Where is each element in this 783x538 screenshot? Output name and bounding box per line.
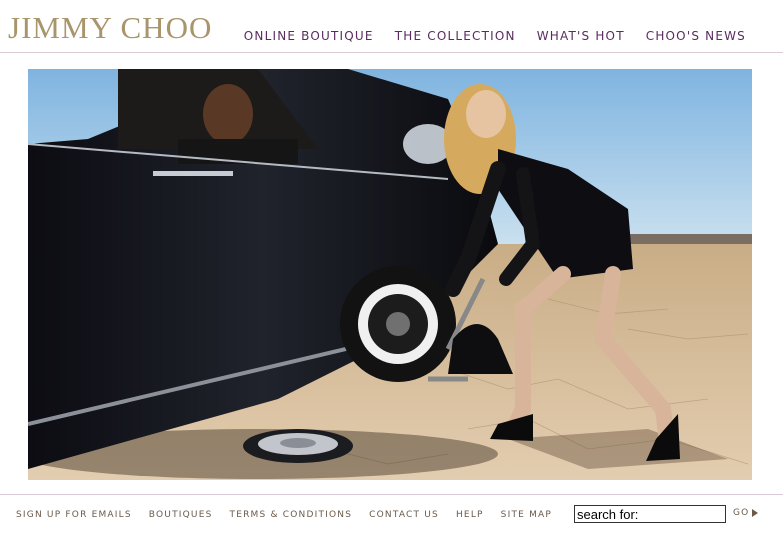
site-footer: SIGN UP FOR EMAILS BOUTIQUES TERMS & CON… <box>0 494 783 538</box>
footer-site-map[interactable]: SITE MAP <box>501 510 552 520</box>
footer-help[interactable]: HELP <box>456 510 484 520</box>
go-button[interactable]: GO <box>733 508 759 518</box>
nav-whats-hot[interactable]: WHAT'S HOT <box>537 29 625 43</box>
site-header: JIMMY CHOO ONLINE BOUTIQUE THE COLLECTIO… <box>0 0 783 53</box>
hero-campaign-image <box>28 69 752 480</box>
page: JIMMY CHOO ONLINE BOUTIQUE THE COLLECTIO… <box>0 0 783 538</box>
go-label: GO <box>733 508 750 518</box>
nav-the-collection[interactable]: THE COLLECTION <box>395 29 516 43</box>
footer-navigation: SIGN UP FOR EMAILS BOUTIQUES TERMS & CON… <box>16 510 552 520</box>
footer-contact-us[interactable]: CONTACT US <box>369 510 439 520</box>
campaign-photo <box>28 69 752 480</box>
door-handle <box>153 171 233 176</box>
brand-logo[interactable]: JIMMY CHOO <box>8 12 212 43</box>
footer-terms-conditions[interactable]: TERMS & CONDITIONS <box>230 510 353 520</box>
nav-choos-news[interactable]: CHOO'S NEWS <box>646 29 746 43</box>
main-navigation: ONLINE BOUTIQUE THE COLLECTION WHAT'S HO… <box>244 29 746 43</box>
search-input[interactable] <box>574 505 726 523</box>
footer-boutiques[interactable]: BOUTIQUES <box>149 510 213 520</box>
arrow-right-icon <box>752 509 759 517</box>
man-in-car <box>203 84 253 144</box>
nav-online-boutique[interactable]: ONLINE BOUTIQUE <box>244 29 374 43</box>
footer-sign-up-for-emails[interactable]: SIGN UP FOR EMAILS <box>16 510 132 520</box>
